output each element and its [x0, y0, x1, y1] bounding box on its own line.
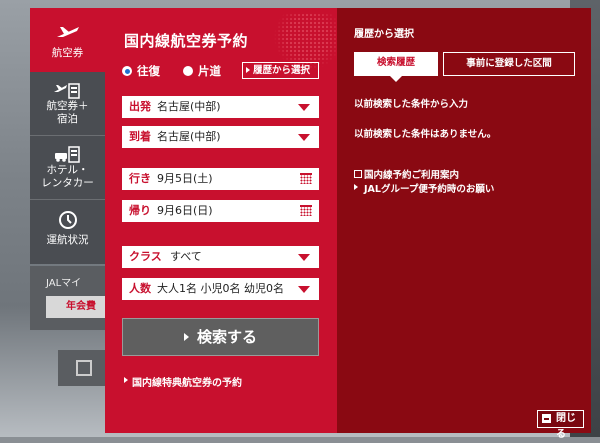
radio-unselected-icon [183, 66, 193, 76]
hotel-car-icon [54, 146, 80, 163]
tab-hotel-rentacar[interactable]: ホテル・ レンタカー [30, 136, 105, 200]
class-value: すべて [170, 250, 202, 263]
departure-select[interactable]: 出発 名古屋(中部) [122, 96, 319, 118]
tab-label: 航空券 [51, 47, 84, 59]
arrival-select[interactable]: 到着 名古屋(中部) [122, 126, 319, 148]
arrival-key: 到着 [129, 130, 151, 143]
class-select[interactable]: クラス すべて [122, 246, 319, 268]
category-tabs: 航空券 航空券＋ 宿泊 ホテル・ レンタカー 運航状況 [30, 8, 105, 264]
tab-flights[interactable]: 航空券 [30, 8, 105, 72]
return-key: 帰り [129, 204, 151, 217]
group-booking-link[interactable]: JALグループ便予約時のお願い [354, 181, 494, 195]
departure-key: 出発 [129, 100, 151, 113]
guide-link-label: 国内線予約ご利用案内 [364, 170, 460, 181]
award-ticket-link[interactable]: 国内線特典航空券の予約 [124, 374, 242, 389]
return-value: 9月6日(日) [157, 204, 213, 217]
outbound-key: 行き [129, 172, 151, 185]
arrival-value: 名古屋(中部) [157, 130, 221, 143]
round-trip-label: 往復 [137, 64, 160, 78]
return-date-field[interactable]: 帰り 9月6日(日) [122, 200, 319, 222]
calendar-icon[interactable] [300, 173, 312, 184]
search-button[interactable]: 検索する [122, 318, 319, 356]
chevron-down-icon [298, 134, 310, 141]
history-instruction: 以前検索した条件から入力 [354, 99, 469, 110]
select-from-history-button[interactable]: 履歴から選択 [242, 62, 319, 79]
tab-label: 航空券＋ 宿泊 [46, 100, 89, 125]
external-window-icon [354, 170, 362, 178]
round-trip-radio[interactable]: 往復 [122, 63, 160, 79]
radio-selected-icon [122, 66, 132, 76]
outbound-value: 9月5日(土) [157, 172, 213, 185]
tab-search-history[interactable]: 検索履歴 [354, 52, 438, 82]
close-button[interactable]: 閉じる [537, 410, 584, 440]
arrow-right-icon [354, 184, 358, 190]
tab-flight-hotel[interactable]: 航空券＋ 宿泊 [30, 72, 105, 136]
minus-icon [542, 414, 551, 423]
passengers-value: 大人1名 小児0名 幼児0名 [157, 282, 284, 295]
one-way-radio[interactable]: 片道 [183, 63, 221, 79]
form-title: 国内線航空券予約 [124, 32, 249, 50]
passengers-key: 人数 [129, 282, 151, 295]
tab-label: 運航状況 [46, 234, 89, 246]
booking-modal: 航空券 航空券＋ 宿泊 ホテル・ レンタカー 運航状況 国内線航空券予約 往復 … [30, 8, 591, 440]
guide-link[interactable]: 国内線予約ご利用案内 [354, 167, 459, 181]
tab-label: ホテル・ レンタカー [41, 164, 94, 189]
airplane-icon [56, 27, 79, 37]
group-booking-link-label: JALグループ便予約時のお願い [364, 184, 495, 195]
departure-value: 名古屋(中部) [157, 100, 221, 113]
chevron-down-icon [298, 286, 310, 293]
outbound-date-field[interactable]: 行き 9月5日(土) [122, 168, 319, 190]
one-way-label: 片道 [198, 64, 221, 78]
calendar-icon[interactable] [300, 205, 312, 216]
tab-flight-status[interactable]: 運航状況 [30, 200, 105, 264]
clock-icon [58, 211, 77, 229]
flight-search-form: 国内線航空券予約 往復 片道 履歴から選択 出発 名古屋(中部) 到着 名古屋(… [105, 8, 337, 433]
airplane-hotel-icon [53, 83, 80, 99]
search-button-label: 検索する [196, 328, 257, 346]
history-empty-message: 以前検索した条件はありません。 [354, 129, 497, 140]
chevron-down-icon [298, 254, 310, 261]
tab-registered-routes[interactable]: 事前に登録した区間 [443, 52, 575, 76]
class-key: クラス [129, 250, 162, 263]
chevron-down-icon [298, 104, 310, 111]
passengers-select[interactable]: 人数 大人1名 小児0名 幼児0名 [122, 278, 319, 300]
history-panel: 履歴から選択 検索履歴 事前に登録した区間 以前検索した条件から入力 以前検索し… [337, 8, 591, 440]
history-title: 履歴から選択 [354, 29, 414, 40]
